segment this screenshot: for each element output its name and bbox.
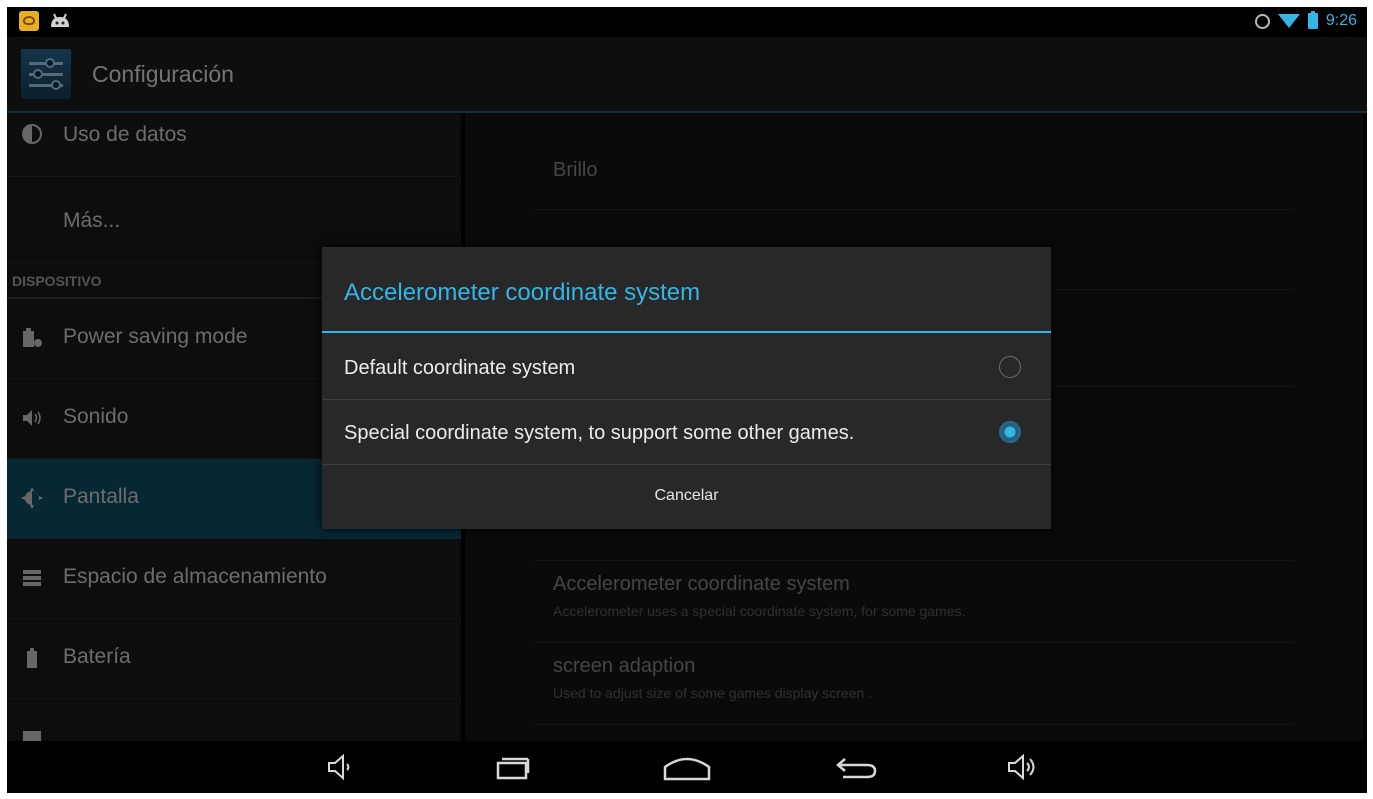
home-icon[interactable] — [662, 753, 712, 781]
cancel-button[interactable]: Cancelar — [322, 467, 1051, 529]
android-debug-icon — [51, 13, 69, 27]
accelerometer-dialog: Accelerometer coordinate system Default … — [322, 247, 1051, 529]
recent-apps-icon[interactable] — [494, 753, 534, 781]
dialog-title: Accelerometer coordinate system — [344, 279, 701, 306]
radio-button-on[interactable] — [999, 421, 1021, 443]
wifi-icon — [1277, 14, 1300, 28]
dialog-title-divider — [322, 331, 1051, 333]
clock: 9:26 — [1325, 12, 1357, 29]
option-special-coordinate-system[interactable]: Special coordinate system, to support so… — [322, 400, 1051, 465]
android-screen: 9:26 Configuración Uso de datos Más... D… — [7, 7, 1367, 793]
status-icons: 9:26 — [1254, 11, 1357, 30]
option-label: Default coordinate system — [344, 357, 576, 379]
option-label: Special coordinate system, to support so… — [344, 422, 855, 444]
navigation-bar — [7, 741, 1367, 793]
radio-button-off[interactable] — [999, 356, 1021, 378]
battery-charging-icon — [1307, 11, 1318, 29]
butterfly-app-icon — [19, 11, 39, 31]
option-default-coordinate-system[interactable]: Default coordinate system — [322, 335, 1051, 400]
back-icon[interactable] — [835, 753, 879, 781]
status-bar: 9:26 — [7, 7, 1367, 37]
volume-up-icon[interactable] — [1005, 753, 1039, 781]
alarm-icon — [1254, 13, 1270, 29]
volume-down-icon[interactable] — [325, 753, 355, 781]
